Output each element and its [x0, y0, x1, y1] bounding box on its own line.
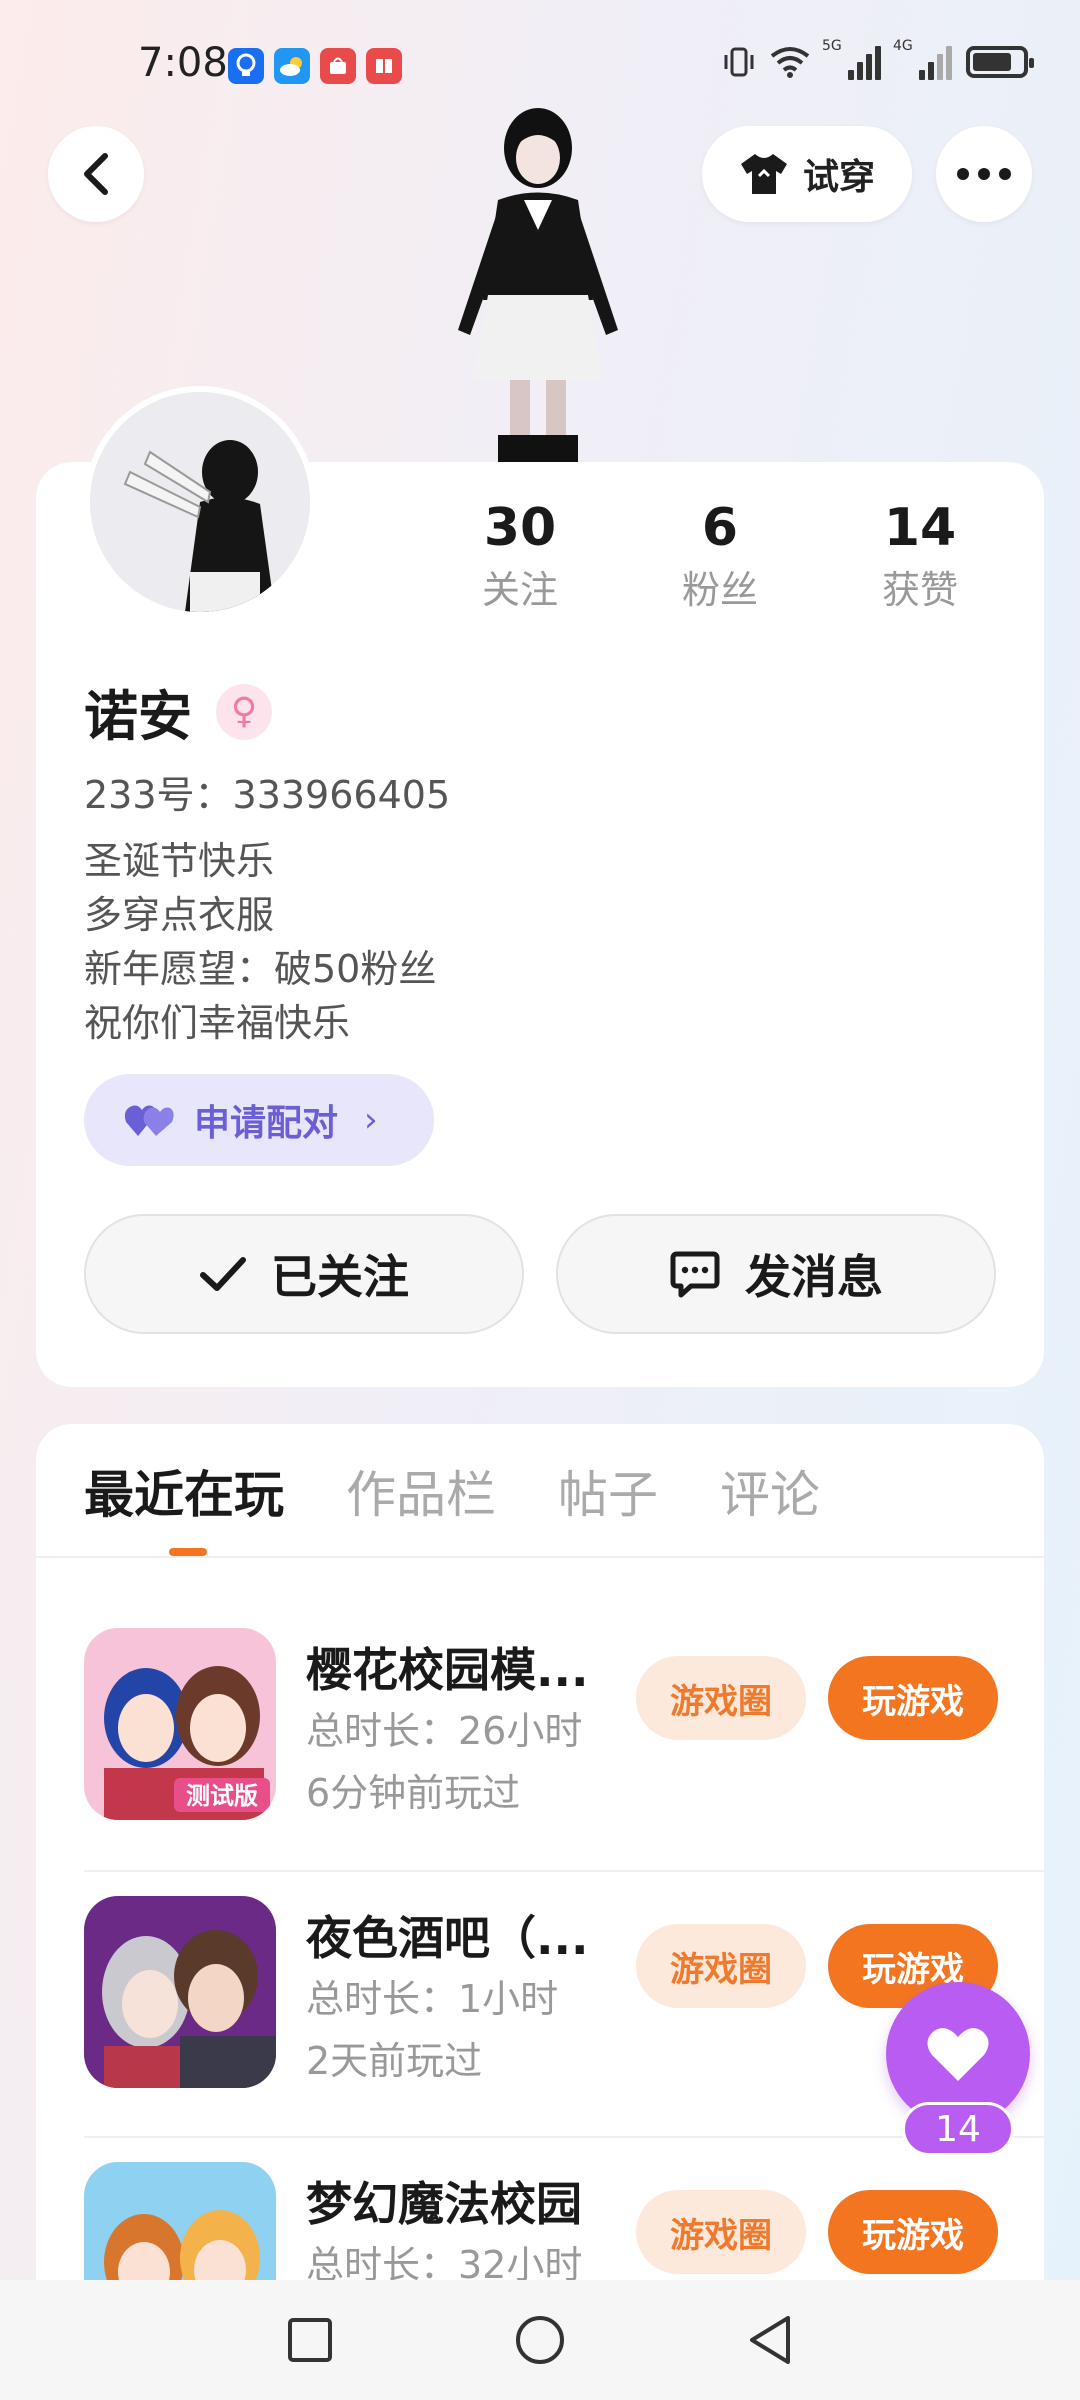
avatar[interactable]	[84, 386, 316, 618]
game-circle-button[interactable]: 游戏圈	[636, 1924, 806, 2008]
followed-button[interactable]: 已关注	[84, 1214, 524, 1334]
profile-uid[interactable]: 233号：333966405	[84, 764, 450, 819]
game-name: 樱花校园模...	[306, 1643, 589, 1697]
system-nav-bar	[0, 2280, 1080, 2400]
chevron-left-icon	[84, 153, 108, 195]
profile-bio: 圣诞节快乐 多穿点衣服 新年愿望：破50粉丝 祝你们幸福快乐	[84, 834, 436, 1050]
back-triangle-icon[interactable]	[746, 2314, 794, 2366]
game-icon	[84, 1896, 276, 2088]
game-name: 夜色酒吧（...	[306, 1911, 589, 1965]
battery-icon	[966, 46, 1034, 78]
home-icon[interactable]	[514, 2314, 566, 2366]
chat-bubble-icon	[670, 1251, 720, 1298]
stat-value: 6	[701, 498, 739, 558]
status-time: 7:08	[138, 40, 228, 86]
tab-works[interactable]: 作品栏	[346, 1460, 496, 1530]
stat-label: 获赞	[881, 568, 958, 612]
tryon-button[interactable]: 试穿	[702, 126, 912, 222]
double-heart-icon	[124, 1105, 174, 1136]
stat-followers[interactable]: 6 粉丝	[640, 492, 800, 616]
more-dots-icon	[957, 168, 1011, 180]
profile-stats: 30 关注 6 粉丝 14 获赞	[440, 492, 1000, 616]
book-app-icon	[366, 48, 402, 84]
stat-value: 14	[883, 498, 957, 558]
wifi-icon	[770, 47, 810, 78]
pair-button[interactable]: 申请配对 ›	[84, 1074, 434, 1166]
followed-label: 已关注	[271, 1250, 409, 1304]
game-circle-button[interactable]: 游戏圈	[636, 1656, 806, 1740]
profile-tabs: 最近在玩 作品栏 帖子 评论	[84, 1460, 820, 1530]
chevron-right-icon: ›	[364, 1100, 378, 1140]
like-count-badge: 14	[902, 2102, 1014, 2156]
game-last-played: 6分钟前玩过	[306, 1771, 521, 1815]
game-name: 梦幻魔法校园	[306, 2177, 582, 2231]
play-game-button[interactable]: 玩游戏	[828, 2190, 998, 2274]
recent-games-card: 最近在玩 作品栏 帖子 评论 测试版 樱花校园模... 总时长：26小时 6分钟…	[36, 1424, 1044, 2400]
pair-label: 申请配对	[194, 1103, 339, 1144]
tshirt-icon	[740, 154, 787, 194]
tabs-divider	[36, 1556, 1044, 1558]
play-game-button[interactable]: 玩游戏	[828, 1656, 998, 1740]
profile-name: 诺安	[84, 685, 192, 748]
send-message-button[interactable]: 发消息	[556, 1214, 996, 1334]
tab-comments[interactable]: 评论	[720, 1460, 820, 1530]
game-playtime: 总时长：1小时	[306, 1977, 559, 2021]
game-playtime: 总时长：26小时	[306, 1709, 583, 1753]
status-app-icons	[228, 48, 402, 84]
stat-value: 30	[483, 498, 557, 558]
back-button[interactable]	[48, 126, 144, 222]
female-icon: ♀	[216, 683, 272, 740]
bulb-app-icon	[228, 48, 264, 84]
stat-label: 粉丝	[681, 568, 758, 612]
avatar-figure-image	[458, 108, 618, 465]
game-list-item[interactable]: 测试版 樱花校园模... 总时长：26小时 6分钟前玩过 游戏圈 玩游戏	[84, 1604, 1044, 1870]
check-icon	[200, 1257, 246, 1291]
tab-posts[interactable]: 帖子	[558, 1460, 658, 1530]
name-row: 诺安 ♀	[84, 672, 272, 751]
network-5g-label: 5G	[822, 38, 842, 54]
stat-following[interactable]: 30 关注	[440, 492, 600, 616]
more-button[interactable]	[936, 126, 1032, 222]
stat-label: 关注	[481, 568, 558, 612]
active-tab-indicator	[169, 1548, 207, 1556]
stat-likes[interactable]: 14 获赞	[840, 492, 1000, 616]
bio-line: 圣诞节快乐	[84, 839, 275, 883]
recent-apps-icon[interactable]	[286, 2316, 334, 2364]
status-indicators: 5G 4G	[722, 38, 1034, 80]
bio-line: 祝你们幸福快乐	[84, 1001, 351, 1045]
tab-recently-played[interactable]: 最近在玩	[84, 1460, 284, 1530]
game-icon: 测试版	[84, 1628, 276, 1820]
avatar-image	[90, 392, 310, 612]
weather-app-icon	[274, 48, 310, 84]
game-circle-button[interactable]: 游戏圈	[636, 2190, 806, 2274]
vibrate-icon	[724, 47, 754, 77]
signal-5g-icon: 5G	[822, 38, 881, 80]
game-badge: 测试版	[186, 1782, 258, 1810]
tryon-label: 试穿	[802, 157, 875, 198]
send-message-label: 发消息	[745, 1250, 883, 1304]
heart-icon	[927, 2028, 989, 2081]
network-4g-label: 4G	[893, 38, 913, 54]
game-last-played: 2天前玩过	[306, 2039, 483, 2083]
signal-4g-icon: 4G	[893, 38, 952, 80]
bio-line: 多穿点衣服	[84, 893, 275, 937]
store-app-icon	[320, 48, 356, 84]
bio-line: 新年愿望：破50粉丝	[84, 947, 437, 991]
